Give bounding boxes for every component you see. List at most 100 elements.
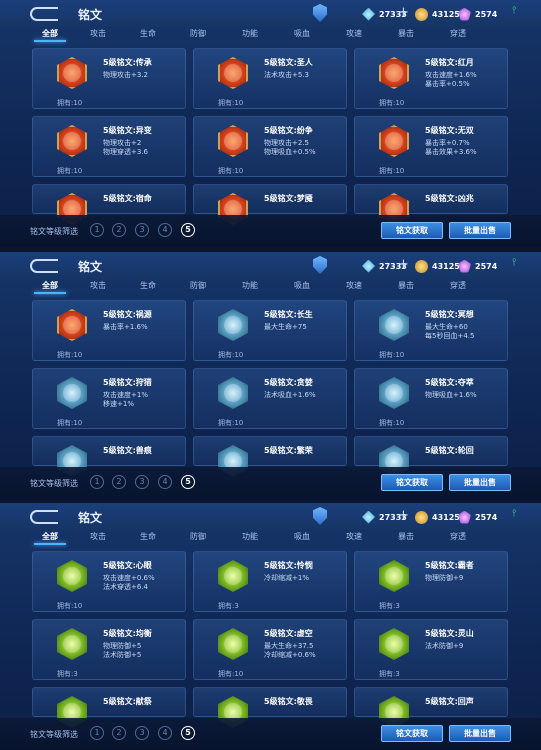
tab-5[interactable]: 吸血 [282, 531, 322, 542]
tab-4[interactable]: 功能 [230, 531, 270, 542]
back-arrow-icon[interactable] [30, 510, 58, 524]
inscription-card[interactable]: 5级铭文:红月 攻击速度+1.6% 暴击率+0.5% 拥有:10 [354, 48, 508, 109]
level-filter-5[interactable]: 5 [181, 475, 195, 489]
inscription-card[interactable]: 5级铭文:献祭 [32, 687, 186, 728]
inscription-card[interactable]: 5级铭文:宿命 [32, 184, 186, 225]
level-filter-1[interactable]: 1 [90, 475, 104, 489]
inscription-name: 5级铭文:心眼 [103, 561, 152, 570]
level-filter-2[interactable]: 2 [112, 475, 126, 489]
level-filter-3[interactable]: 3 [135, 726, 149, 740]
tab-7[interactable]: 暴击 [386, 531, 426, 542]
page-title: 铭文 [78, 511, 103, 525]
level-filter-4[interactable]: 4 [158, 475, 172, 489]
shield-icon[interactable] [313, 256, 327, 274]
inscription-card[interactable]: 5级铭文:狩猎 攻击速度+1% 移速+1% 拥有:10 [32, 368, 186, 429]
inscription-name: 5级铭文:灵山 [425, 629, 474, 638]
level-filter-5[interactable]: 5 [181, 726, 195, 740]
back-arrow-icon[interactable] [30, 259, 58, 273]
tab-6[interactable]: 攻速 [334, 531, 374, 542]
inscription-card[interactable]: 5级铭文:无双 暴击率+0.7% 暴击效果+3.6% 拥有:10 [354, 116, 508, 177]
shield-icon[interactable] [313, 4, 327, 22]
inscription-card[interactable]: 5级铭文:怜悯 冷却缩减+1% 拥有:3 [193, 551, 347, 612]
tab-8[interactable]: 穿透 [438, 280, 478, 291]
level-filter-1[interactable]: 1 [90, 726, 104, 740]
inscription-attr-2: 每5秒回血+4.5 [425, 332, 475, 340]
inscription-card[interactable]: 5级铭文:兽痕 [32, 436, 186, 477]
inscription-card[interactable]: 5级铭文:贪婪 法术吸血+1.6% 拥有:10 [193, 368, 347, 429]
shield-icon[interactable] [313, 507, 327, 525]
get-inscription-button[interactable]: 铭文获取 [381, 725, 443, 742]
tab-2[interactable]: 生命 [128, 531, 168, 542]
inscription-card[interactable]: 5级铭文:霸者 物理防御+9 拥有:3 [354, 551, 508, 612]
bulk-sell-button[interactable]: 批量出售 [449, 222, 511, 239]
inscription-card[interactable]: 5级铭文:回声 [354, 687, 508, 728]
tab-5[interactable]: 吸血 [282, 280, 322, 291]
inscription-card[interactable]: 5级铭文:冥想 最大生命+60 每5秒回血+4.5 拥有:10 [354, 300, 508, 361]
inscription-name: 5级铭文:祸源 [103, 310, 152, 319]
inscription-card[interactable]: 5级铭文:均衡 物理防御+5 法术防御+5 拥有:3 [32, 619, 186, 680]
bulk-sell-button[interactable]: 批量出售 [449, 725, 511, 742]
inscription-card[interactable]: 5级铭文:虚空 最大生命+37.5 冷却缩减+0.6% 拥有:10 [193, 619, 347, 680]
inscription-card[interactable]: 5级铭文:异变 物理攻击+2 物理穿透+3.6 拥有:10 [32, 116, 186, 177]
level-filter-2[interactable]: 2 [112, 223, 126, 237]
inscription-attr-1: 最大生命+75 [264, 323, 307, 331]
add-crystal-button[interactable]: + [398, 5, 409, 20]
level-filter-4[interactable]: 4 [158, 726, 172, 740]
tab-2[interactable]: 生命 [128, 280, 168, 291]
inscription-card[interactable]: 5级铭文:夺萃 物理吸血+1.6% 拥有:10 [354, 368, 508, 429]
inscription-name: 5级铭文:异变 [103, 126, 152, 135]
tab-4[interactable]: 功能 [230, 280, 270, 291]
category-tabs: 全部 攻击 生命 防御 功能 吸血 攻速 暴击 穿透 [30, 28, 520, 42]
level-filter-3[interactable]: 3 [135, 223, 149, 237]
inscription-name: 5级铭文:红月 [425, 58, 474, 67]
top-bar: 铭文 27333 + 43125 2574 ⫯ [0, 503, 541, 530]
tab-7[interactable]: 暴击 [386, 28, 426, 39]
gem-currency: 2574 [458, 510, 497, 524]
inscription-card[interactable]: 5级铭文:敬畏 [193, 687, 347, 728]
tab-8[interactable]: 穿透 [438, 28, 478, 39]
inscription-card[interactable]: 5级铭文:轮回 [354, 436, 508, 477]
tab-7[interactable]: 暴击 [386, 280, 426, 291]
tab-1[interactable]: 攻击 [78, 28, 118, 39]
tab-3[interactable]: 防御 [178, 28, 218, 39]
inscription-card[interactable]: 5级铭文:心眼 攻击速度+0.6% 法术穿透+6.4 拥有:10 [32, 551, 186, 612]
inscription-card[interactable]: 5级铭文:圣人 法术攻击+5.3 拥有:10 [193, 48, 347, 109]
inscription-card[interactable]: 5级铭文:繁荣 [193, 436, 347, 477]
add-crystal-button[interactable]: + [398, 508, 409, 523]
tab-2[interactable]: 生命 [128, 28, 168, 39]
inscription-card[interactable]: 5级铭文:纷争 物理攻击+2.5 物理吸血+0.5% 拥有:10 [193, 116, 347, 177]
tab-0[interactable]: 全部 [30, 280, 70, 294]
get-inscription-button[interactable]: 铭文获取 [381, 222, 443, 239]
add-crystal-button[interactable]: + [398, 257, 409, 272]
tab-1[interactable]: 攻击 [78, 280, 118, 291]
inscription-card[interactable]: 5级铭文:灵山 法术防御+9 拥有:3 [354, 619, 508, 680]
tab-3[interactable]: 防御 [178, 531, 218, 542]
inscription-card[interactable]: 5级铭文:凶兆 [354, 184, 508, 225]
get-inscription-button[interactable]: 铭文获取 [381, 474, 443, 491]
level-filter-2[interactable]: 2 [112, 726, 126, 740]
tab-0[interactable]: 全部 [30, 531, 70, 545]
tab-4[interactable]: 功能 [230, 28, 270, 39]
gold-coin-icon [415, 510, 428, 524]
tab-3[interactable]: 防御 [178, 280, 218, 291]
tab-6[interactable]: 攻速 [334, 280, 374, 291]
inscription-card[interactable]: 5级铭文:祸源 暴击率+1.6% 拥有:10 [32, 300, 186, 361]
level-filter-4[interactable]: 4 [158, 223, 172, 237]
diamond-icon [458, 510, 471, 524]
tab-5[interactable]: 吸血 [282, 28, 322, 39]
inscription-card[interactable]: 5级铭文:长生 最大生命+75 拥有:10 [193, 300, 347, 361]
level-filter-label: 铭文等级筛选 [30, 730, 78, 739]
inscription-card[interactable]: 5级铭文:传承 物理攻击+3.2 拥有:10 [32, 48, 186, 109]
tab-0[interactable]: 全部 [30, 28, 70, 42]
inscription-name: 5级铭文:霸者 [425, 561, 474, 570]
level-filter-3[interactable]: 3 [135, 475, 149, 489]
inscription-card[interactable]: 5级铭文:梦魇 [193, 184, 347, 225]
bulk-sell-button[interactable]: 批量出售 [449, 474, 511, 491]
level-filter-5[interactable]: 5 [181, 223, 195, 237]
tab-6[interactable]: 攻速 [334, 28, 374, 39]
level-filter-1[interactable]: 1 [90, 223, 104, 237]
tab-1[interactable]: 攻击 [78, 531, 118, 542]
back-arrow-icon[interactable] [30, 7, 58, 21]
tab-8[interactable]: 穿透 [438, 531, 478, 542]
inscription-panel: 铭文 27333 + 43125 2574 ⫯ 全部 攻击 生命 防御 功能 吸血 攻速 暴击… [0, 503, 541, 750]
